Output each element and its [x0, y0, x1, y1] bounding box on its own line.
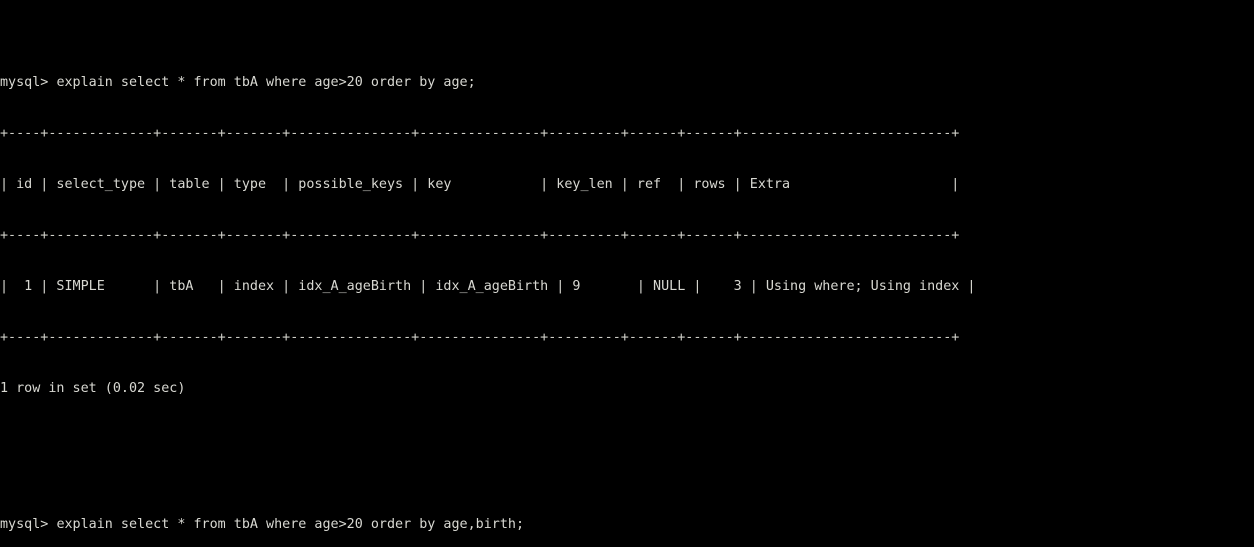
table-header-row-1: | id | select_type | table | type | poss… — [0, 177, 960, 192]
table-rule-mid-1: +----+-------------+-------+-------+----… — [0, 228, 960, 243]
terminal-output-pane[interactable]: mysql> explain select * from tbA where a… — [0, 0, 1254, 547]
table-rule-bottom-1: +----+-------------+-------+-------+----… — [0, 330, 960, 345]
table-row-1: | 1 | SIMPLE | tbA | index | idx_A_ageBi… — [0, 279, 976, 294]
blank-line-1 — [0, 431, 1254, 448]
command-line-1: mysql> explain select * from tbA where a… — [0, 74, 1254, 91]
prompt-label-1: mysql> — [0, 75, 57, 90]
command-text-2: explain select * from tbA where age>20 o… — [56, 517, 525, 532]
command-line-2: mysql> explain select * from tbA where a… — [0, 516, 1254, 533]
command-text-1: explain select * from tbA where age>20 o… — [56, 75, 476, 90]
table-rule-top-1: +----+-------------+-------+-------+----… — [0, 126, 960, 141]
prompt-label-2: mysql> — [0, 517, 57, 532]
status-line-1: 1 row in set (0.02 sec) — [0, 381, 186, 396]
